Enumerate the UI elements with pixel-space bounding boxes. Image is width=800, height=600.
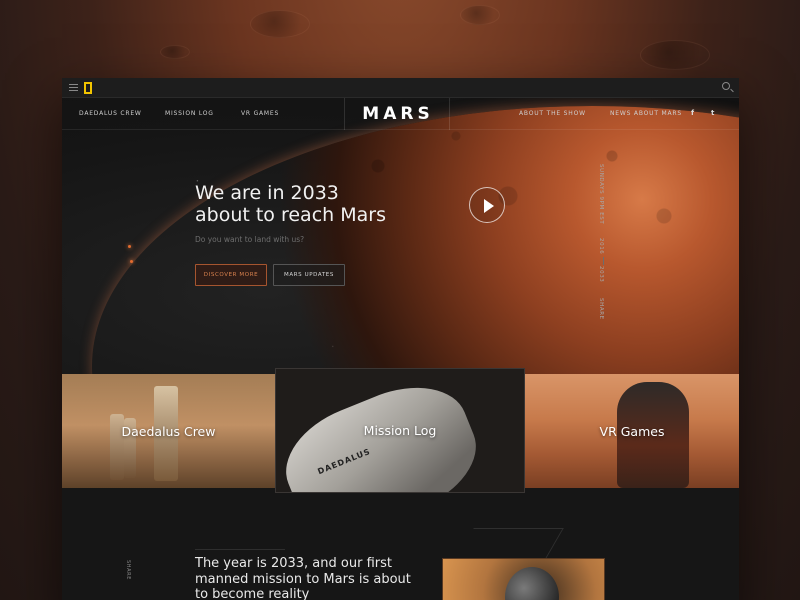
search-icon[interactable] [722,82,730,90]
brand-box: MARS [344,98,450,130]
card-label-log: Mission Log [363,423,437,438]
mars-updates-button[interactable]: MARS UPDATES [273,264,345,286]
headline-line-2: about to reach Mars [195,204,386,226]
hamburger-icon[interactable] [69,84,78,91]
card-label-crew: Daedalus Crew [121,423,216,439]
card-vr-games[interactable]: VR Games [525,374,739,488]
headline-line-1: We are in 2033 [195,182,339,204]
orange-dot [130,260,133,263]
side-year-end: 2033 [598,266,604,283]
side-share[interactable]: SHARE [598,298,604,320]
main-nav: DAEDALUS CREW MISSION LOG VR GAMES MARS … [62,98,739,130]
section-rule [195,549,285,550]
bg-crater [160,45,190,59]
bg-crater [250,10,310,38]
national-geographic-logo[interactable] [84,82,92,94]
side-schedule: SUNDAYS 9PM EST [598,164,604,225]
bg-crater [640,40,710,70]
nav-vr-games[interactable]: VR GAMES [241,110,279,117]
brand-logo[interactable]: MARS [345,104,451,124]
astronaut-helmet-image [442,558,605,600]
browser-window: DAEDALUS CREW MISSION LOG VR GAMES MARS … [62,78,739,600]
bottom-share[interactable]: SHARE [125,560,131,580]
bg-crater [460,5,500,25]
card-label-vr: VR Games [599,423,665,439]
story-title: The year is 2033, and our first manned m… [195,556,411,600]
play-icon[interactable] [469,187,505,223]
twitter-icon[interactable]: t [711,109,714,117]
nav-news-mars[interactable]: NEWS ABOUT MARS [610,110,682,117]
orange-dot [128,245,131,248]
nav-daedalus-crew[interactable]: DAEDALUS CREW [79,110,142,117]
hero-headline: We are in 2033 about to reach Mars [195,182,386,226]
side-year-start: 2016 [598,238,604,255]
nav-mission-log[interactable]: MISSION LOG [165,110,214,117]
side-divider [603,257,604,265]
card-daedalus-crew[interactable]: Daedalus Crew [62,374,275,488]
discover-more-button[interactable]: DISCOVER MORE [195,264,267,286]
card-mission-log[interactable]: DAEDALUS Mission Log [275,368,525,493]
helmet [505,567,559,600]
facebook-icon[interactable]: f [691,109,694,117]
nav-about-show[interactable]: ABOUT THE SHOW [519,110,586,117]
hero-subtitle: Do you want to land with us? [195,235,305,244]
hero-section [62,98,739,374]
top-bar [62,78,739,98]
